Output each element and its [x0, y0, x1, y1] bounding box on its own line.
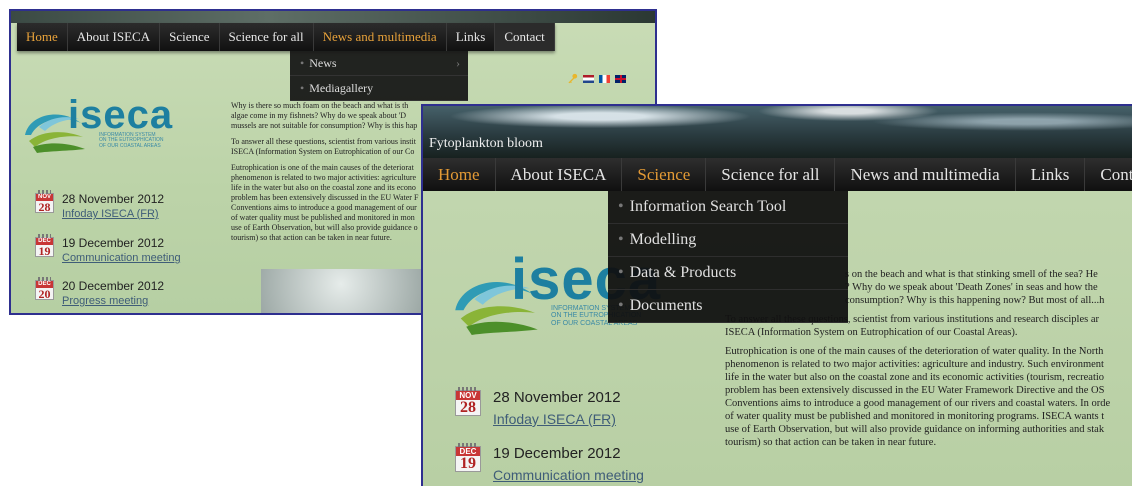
- bullet-icon: •: [618, 231, 624, 248]
- bullet-icon: •: [300, 56, 305, 70]
- event-item: DEC 20 20 December 2012 Progress meeting: [35, 276, 235, 313]
- event-date: 28 November 2012: [493, 389, 621, 406]
- nav-news-and-multimedia[interactable]: News and multimedia: [835, 158, 1016, 191]
- nav-home[interactable]: Home: [17, 23, 68, 51]
- event-item: NOV 28 28 November 2012 Infoday ISECA (FR…: [455, 384, 685, 434]
- nav-contact[interactable]: Contact: [495, 23, 555, 51]
- bullet-icon: •: [618, 297, 624, 314]
- flag-fr-icon[interactable]: [599, 74, 610, 83]
- key-icon[interactable]: [567, 73, 578, 84]
- science-dropdown-menu: • Information Search Tool • Modelling • Dat…: [608, 191, 848, 323]
- flag-uk-icon[interactable]: [615, 74, 626, 83]
- nav-science[interactable]: Science: [622, 158, 707, 191]
- dropdown-item-data-products[interactable]: • Data & Products: [608, 257, 848, 290]
- calendar-icon: NOV 28: [35, 190, 54, 213]
- event-date: 28 November 2012: [62, 192, 165, 206]
- dropdown-item-news[interactable]: • News ›: [290, 51, 468, 76]
- language-switcher: [567, 73, 626, 84]
- dropdown-item-label: News: [309, 56, 337, 70]
- calendar-icon: DEC 20: [35, 277, 54, 300]
- dropdown-item-label: Mediagallery: [309, 81, 374, 95]
- event-date: 19 December 2012: [493, 445, 621, 462]
- nav-about-iseca[interactable]: About ISECA: [67, 23, 161, 51]
- nav-links[interactable]: Links: [446, 23, 496, 51]
- calendar-icon: NOV 28: [455, 387, 481, 416]
- bullet-icon: •: [618, 264, 624, 281]
- front-screenshot: Fytoplankton bloom Home About ISECA Scie…: [421, 104, 1132, 486]
- event-link[interactable]: Infoday ISECA (FR): [62, 208, 159, 220]
- dropdown-item-information-search-tool[interactable]: • Information Search Tool: [608, 191, 848, 224]
- header-banner-strip: [11, 11, 655, 23]
- nav-home[interactable]: Home: [423, 158, 496, 191]
- main-nav: Home About ISECA Science Science for all…: [423, 158, 1132, 191]
- dropdown-item-label: Documents: [629, 297, 703, 314]
- nav-science-for-all[interactable]: Science for all: [706, 158, 836, 191]
- event-link[interactable]: Progress meeting: [62, 295, 148, 307]
- nav-science[interactable]: Science: [160, 23, 220, 51]
- calendar-icon: DEC 19: [35, 234, 54, 257]
- event-item: DEC 19 19 December 2012 Communication mee…: [35, 233, 235, 273]
- event-item: NOV 28 28 November 2012 Infoday ISECA (FR…: [35, 189, 235, 229]
- dropdown-item-mediagallery[interactable]: • Mediagallery: [290, 76, 468, 101]
- chevron-right-icon: ›: [456, 56, 460, 70]
- nav-contact[interactable]: Contact: [1085, 158, 1132, 191]
- nav-links[interactable]: Links: [1015, 158, 1086, 191]
- dropdown-item-label: Information Search Tool: [629, 198, 787, 215]
- event-item: DEC 19 19 December 2012 Communication mee…: [455, 440, 685, 486]
- event-link[interactable]: Communication meeting: [493, 467, 644, 483]
- nav-about-iseca[interactable]: About ISECA: [495, 158, 623, 191]
- site-title: Fytoplankton bloom: [429, 136, 543, 151]
- news-dropdown-menu: • News › • Mediagallery: [290, 51, 468, 101]
- main-nav: Home About ISECA Science Science for all…: [17, 23, 555, 51]
- nav-science-for-all[interactable]: Science for all: [219, 23, 314, 51]
- calendar-icon: DEC 19: [455, 443, 481, 472]
- dropdown-item-modelling[interactable]: • Modelling: [608, 224, 848, 257]
- dropdown-item-label: Data & Products: [629, 264, 737, 281]
- nav-news-and-multimedia[interactable]: News and multimedia: [313, 23, 447, 51]
- event-date: 19 December 2012: [62, 236, 165, 250]
- dropdown-item-label: Modelling: [629, 231, 697, 248]
- logo-subtitle: INFORMATION SYSTEM ON THE EUTROPHICATION O…: [99, 132, 164, 149]
- bullet-icon: •: [618, 198, 624, 215]
- flag-nl-icon[interactable]: [583, 74, 594, 83]
- dropdown-item-documents[interactable]: • Documents: [608, 290, 848, 323]
- event-date: 20 December 2012: [62, 279, 165, 293]
- event-link[interactable]: Communication meeting: [62, 252, 181, 264]
- event-link[interactable]: Infoday ISECA (FR): [493, 411, 616, 427]
- bullet-icon: •: [300, 81, 305, 95]
